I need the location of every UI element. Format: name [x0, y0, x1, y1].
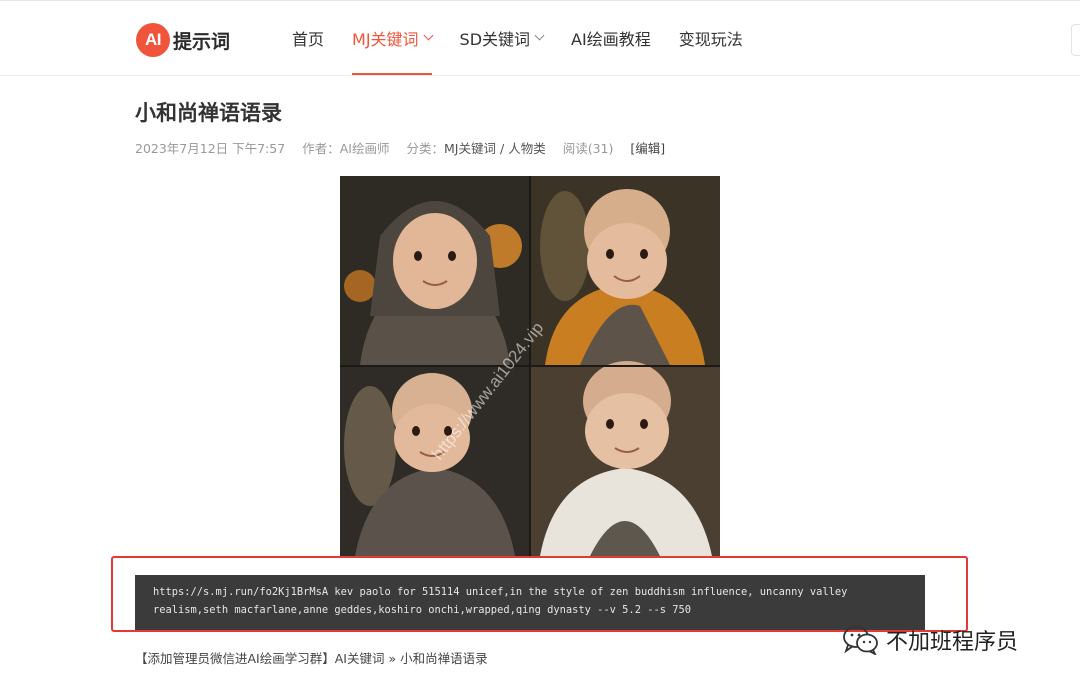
category-label: 分类： — [406, 141, 444, 156]
nav-item-mj-keywords[interactable]: MJ关键词 — [352, 1, 433, 75]
image-tile-2 — [531, 176, 720, 365]
category-link-people[interactable]: 人物类 — [508, 141, 546, 156]
source-watermark: 不加班程序员 — [842, 624, 1018, 656]
nav-item-monetization[interactable]: 变现玩法 — [679, 1, 743, 75]
breadcrumb-category[interactable]: AI关键词 — [335, 651, 385, 666]
monk-grid-illustration: https://www.ai1024.vip — [340, 176, 720, 556]
page-title: 小和尚禅语语录 — [135, 101, 282, 125]
post-date: 2023年7月12日 下午7:57 — [135, 141, 286, 156]
post-category: 分类：MJ关键词 / 人物类 — [406, 138, 545, 157]
source-watermark-text: 不加班程序员 — [886, 630, 1019, 655]
highlight-annotation-box — [111, 556, 968, 632]
nav-item-ai-tutorials[interactable]: AI绘画教程 — [571, 1, 651, 75]
image-tile-3 — [340, 367, 529, 556]
nav-item-home[interactable]: 首页 — [292, 1, 324, 75]
image-tile-4 — [531, 361, 720, 556]
search-box[interactable] — [1071, 24, 1080, 56]
category-link-mj[interactable]: MJ关键词 — [444, 141, 496, 156]
nav-item-label: 首页 — [292, 30, 325, 49]
breadcrumb-current: 小和尚禅语语录 — [400, 651, 488, 666]
article-meta: 2023年7月12日 下午7:57 作者：AI绘画师 分类：MJ关键词 / 人物类 … — [135, 138, 665, 157]
breadcrumb-separator: » — [388, 651, 397, 666]
breadcrumb-join-group[interactable]: 【添加管理员微信进AI绘画学习群】 — [135, 651, 335, 666]
site-logo[interactable]: AI 提示词 — [136, 23, 230, 57]
chevron-down-icon — [423, 30, 433, 41]
wechat-icon — [843, 626, 878, 655]
nav-item-label: SD关键词 — [459, 30, 531, 49]
author-link[interactable]: AI绘画师 — [340, 141, 390, 156]
breadcrumb: 【添加管理员微信进AI绘画学习群】AI关键词 » 小和尚禅语语录 — [135, 648, 488, 667]
nav-item-sd-keywords[interactable]: SD关键词 — [459, 1, 545, 75]
logo-text: 提示词 — [173, 30, 231, 53]
nav-item-label: 变现玩法 — [678, 30, 743, 49]
author-label: 作者： — [302, 141, 340, 156]
chevron-down-icon — [534, 30, 545, 41]
category-separator: / — [499, 141, 505, 156]
site-header: AI 提示词 首页 MJ关键词 SD关键词 AI绘画教程 变现玩法 — [0, 1, 1080, 76]
post-views: 阅读(31) — [562, 141, 614, 156]
post-author: 作者：AI绘画师 — [302, 138, 389, 157]
logo-badge: AI — [136, 23, 170, 57]
nav-item-label: AI绘画教程 — [571, 30, 651, 49]
edit-link[interactable]: [编辑] — [630, 138, 665, 157]
main-nav: 首页 MJ关键词 SD关键词 AI绘画教程 变现玩法 — [292, 1, 771, 75]
image-tile-1 — [340, 176, 529, 365]
article-image: https://www.ai1024.vip — [340, 176, 720, 556]
nav-item-label: MJ关键词 — [352, 30, 419, 49]
